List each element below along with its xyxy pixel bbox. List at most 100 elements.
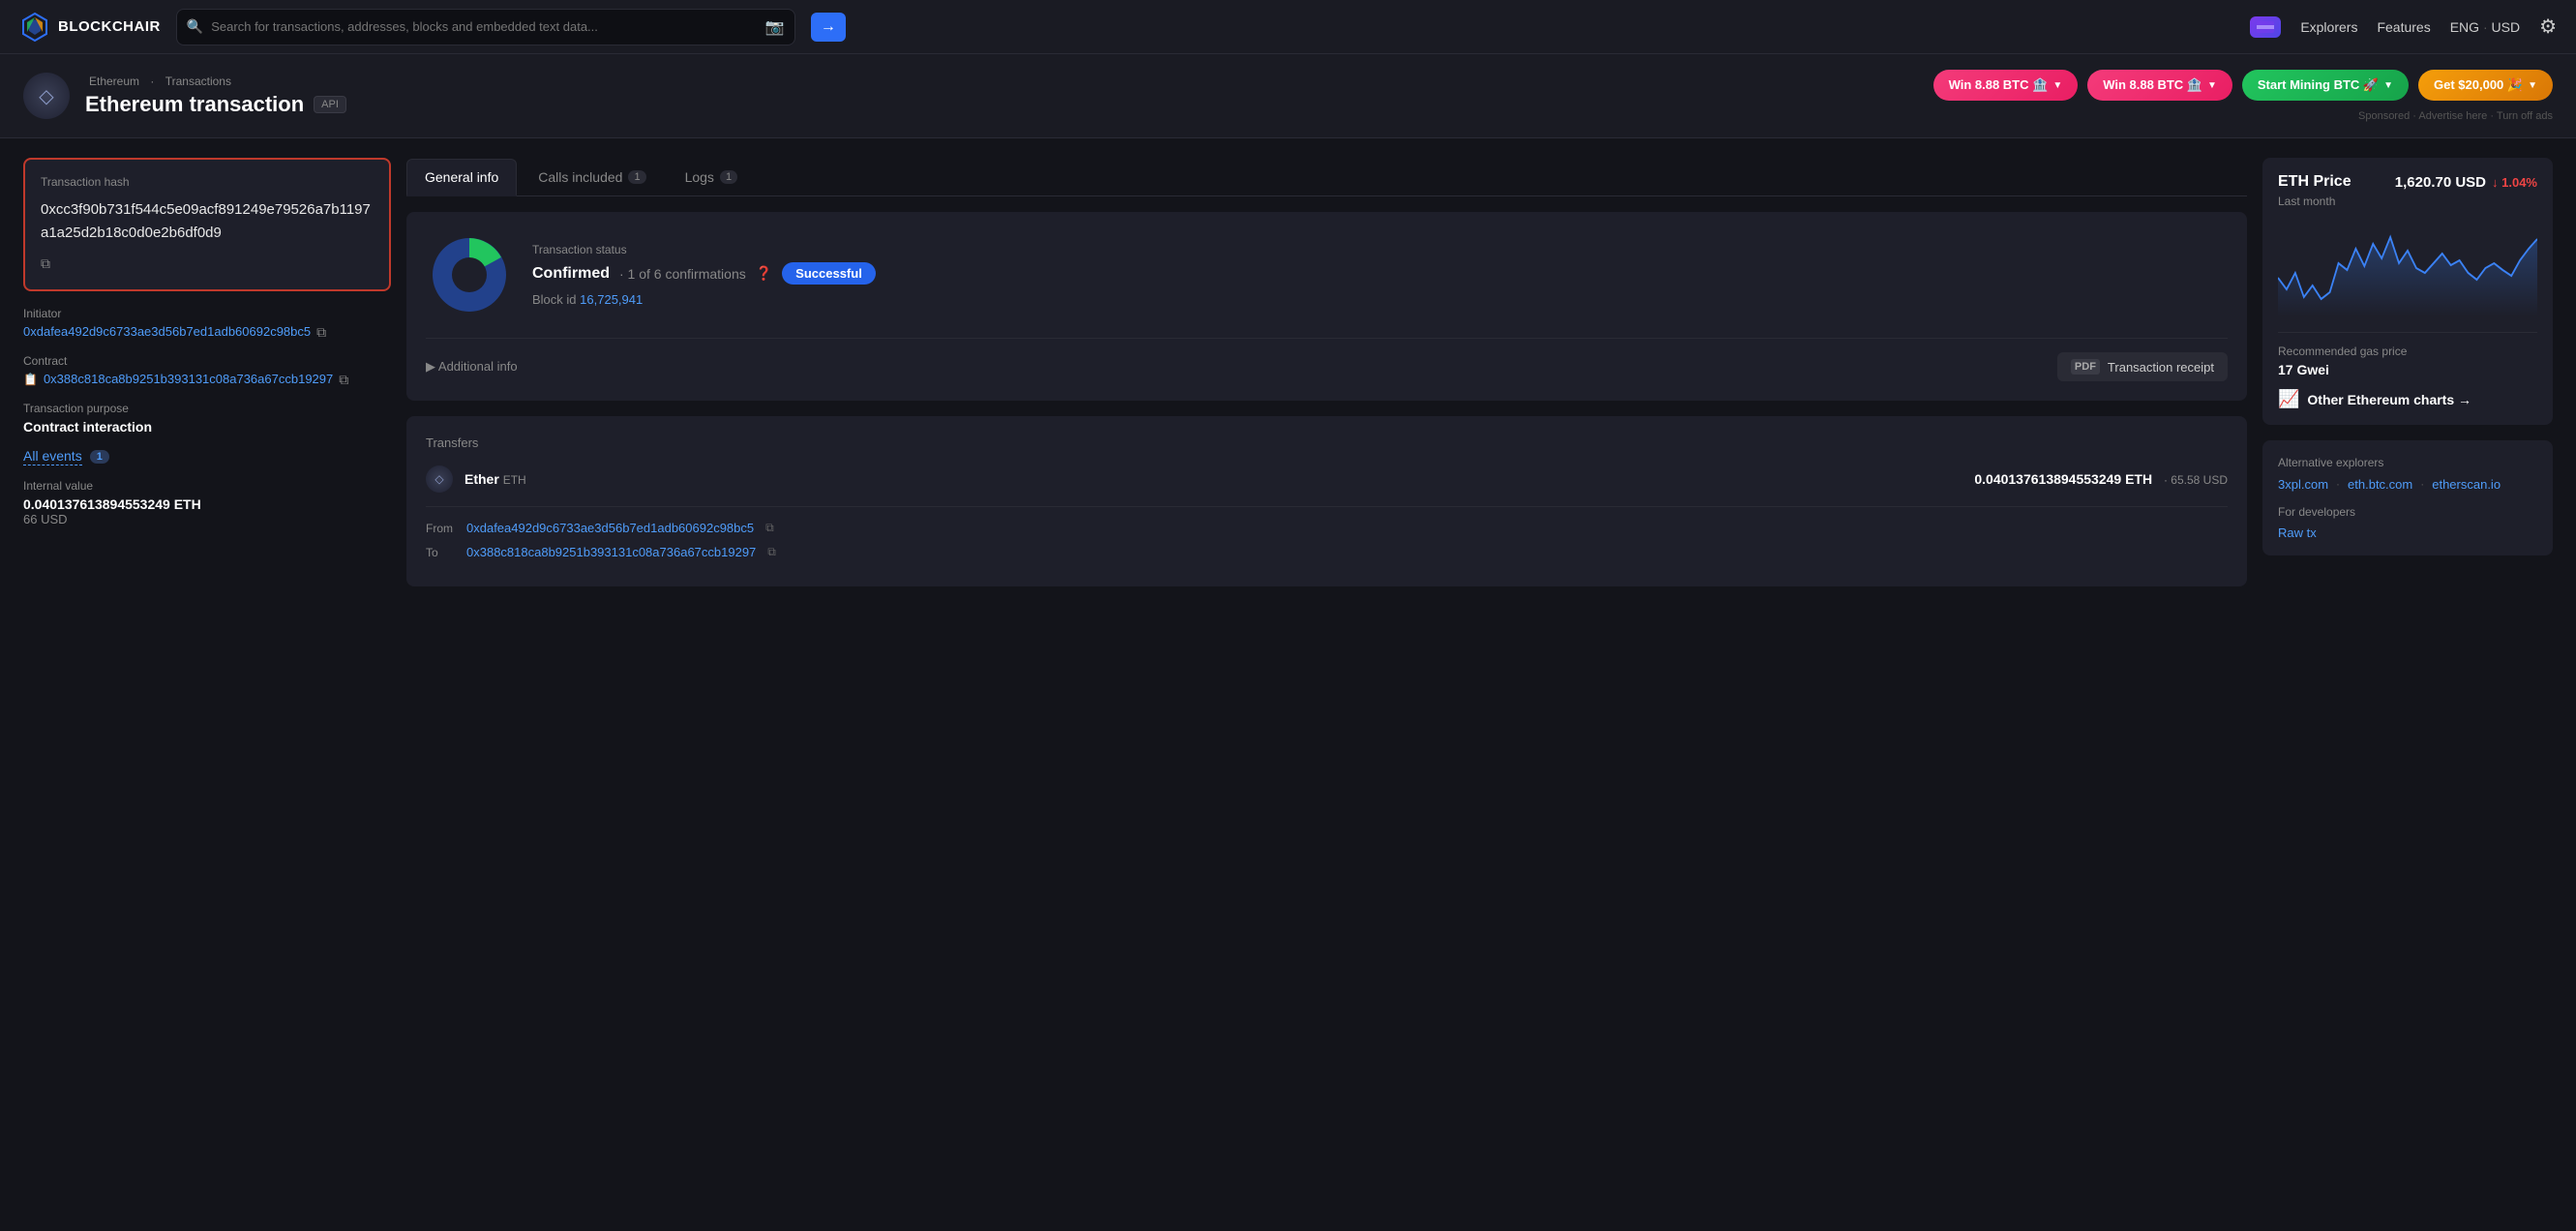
initiator-copy-icon[interactable]: ⧉ [316, 324, 326, 341]
to-copy-icon[interactable]: ⧉ [767, 545, 776, 559]
tx-confirmations: · 1 of 6 confirmations [619, 266, 746, 282]
search-go-button[interactable]: → [811, 13, 846, 42]
alt-link-ethbtc[interactable]: eth.btc.com [2348, 477, 2412, 492]
tx-hash-label: Transaction hash [41, 175, 374, 189]
initiator-address[interactable]: 0xdafea492d9c6733ae3d56b7ed1adb60692c98b… [23, 324, 311, 339]
page-header: ◇ Ethereum · Transactions Ethereum trans… [0, 54, 2576, 138]
page-title: Ethereum transaction API [85, 92, 346, 117]
for-dev-label: For developers [2278, 505, 2537, 519]
gas-label: Recommended gas price [2278, 345, 2537, 358]
transfer-amount: 0.0401376138945532​49 ETH · 65.58 USD [1974, 471, 2228, 487]
all-events-link[interactable]: All events [23, 448, 82, 465]
price-period: Last month [2278, 195, 2537, 208]
alt-explorers-label: Alternative explorers [2278, 456, 2537, 469]
all-events-row: All events 1 [23, 448, 391, 465]
chart-emoji-icon: 📈 [2278, 389, 2299, 409]
camera-button[interactable]: 📷 [765, 17, 785, 37]
purpose-value: Contract interaction [23, 419, 391, 435]
promo-get-money[interactable]: Get $20,000 🎉 ▼ [2418, 70, 2553, 101]
center-panel: General info Calls included 1 Logs 1 [406, 158, 2247, 586]
alt-explorer-links: 3xpl.com · eth.btc.com · etherscan.io [2278, 477, 2537, 492]
confirmations-help-icon[interactable]: ❓ [756, 265, 772, 282]
transfer-currency: Ether ETH [464, 471, 526, 487]
other-charts-link[interactable]: 📈 Other Ethereum charts → [2278, 389, 2537, 409]
settings-icon[interactable]: ⚙ [2539, 15, 2557, 39]
promo-win-btc-1[interactable]: Win 8.88 BTC 🏦 ▼ [1933, 70, 2079, 101]
sponsored-text: Sponsored · Advertise here · Turn off ad… [2358, 110, 2553, 122]
tx-status-row: Transaction status Confirmed · 1 of 6 co… [426, 231, 2228, 339]
initiator-label: Initiator [23, 307, 391, 320]
receipt-button[interactable]: PDF Transaction receipt [2057, 352, 2228, 381]
nav-lang-currency[interactable]: ENG · USD [2450, 19, 2520, 35]
transfers-card: Transfers ◇ Ether ETH 0.0401376138945532… [406, 416, 2247, 586]
contract-address[interactable]: 0x388c818ca8b9251b393131c08a736a67ccb192… [44, 372, 333, 386]
transfer-ether-row: ◇ Ether ETH 0.0401376138945532​49 ETH · … [426, 465, 2228, 507]
wallet-icon[interactable] [2250, 16, 2281, 38]
right-panel: ETH Price 1,620.70 USD ↓ 1.04% Last mont… [2262, 158, 2553, 586]
eth-logo-icon: ◇ [23, 73, 70, 119]
blockchair-logo-icon [19, 12, 50, 43]
from-label: From [426, 522, 455, 535]
nav-features[interactable]: Features [2377, 19, 2430, 35]
contract-row: Contract 📋 0x388c818ca8b9251b393131c08a7… [23, 354, 391, 388]
tab-calls-included[interactable]: Calls included 1 [521, 159, 663, 196]
promo-win-btc-2[interactable]: Win 8.88 BTC 🏦 ▼ [2087, 70, 2232, 101]
eth-price-title: ETH Price [2278, 173, 2351, 191]
gas-value: 17 Gwei [2278, 362, 2537, 377]
all-events-badge: 1 [90, 450, 109, 464]
internal-usd-value: 66 USD [23, 512, 391, 526]
tx-hash-card: Transaction hash 0xcc3f90b731f544c5e09ac… [23, 158, 391, 291]
breadcrumb: Ethereum · Transactions [85, 75, 346, 88]
contract-copy-icon[interactable]: ⧉ [339, 372, 348, 388]
ether-icon: ◇ [426, 465, 453, 493]
main-layout: Transaction hash 0xcc3f90b731f544c5e09ac… [0, 138, 2576, 606]
main-header: BLOCKCHAIR 🔍 📷 → Explorers Features ENG … [0, 0, 2576, 54]
advertise-link[interactable]: Advertise here [2418, 110, 2487, 122]
to-address[interactable]: 0x388c818ca8b9251b393131c08a736a67ccb192… [466, 545, 756, 559]
confirmation-pie-chart [426, 231, 513, 318]
promo-buttons: Win 8.88 BTC 🏦 ▼ Win 8.88 BTC 🏦 ▼ Start … [1933, 70, 2553, 101]
eth-price-change: ↓ 1.04% [2492, 175, 2537, 190]
nav-explorers[interactable]: Explorers [2300, 19, 2357, 35]
api-badge[interactable]: API [314, 96, 346, 113]
internal-value-amount: 0.0401376138945532​49 ETH [23, 496, 391, 512]
tab-general-info[interactable]: General info [406, 159, 517, 196]
raw-tx-link[interactable]: Raw tx [2278, 525, 2317, 540]
tx-hash-copy-icon[interactable]: ⧉ [41, 253, 50, 274]
internal-value-row: Internal value 0.0401376138945532​49 ETH… [23, 479, 391, 526]
search-input[interactable] [211, 19, 758, 34]
contract-icon: 📋 [23, 373, 38, 386]
additional-info-row: ▶ Additional info PDF Transaction receip… [426, 339, 2228, 381]
price-chart [2278, 220, 2537, 316]
alt-link-3xpl[interactable]: 3xpl.com [2278, 477, 2328, 492]
logo-text: BLOCKCHAIR [58, 18, 161, 35]
tab-logs[interactable]: Logs 1 [668, 159, 755, 196]
tx-confirmed-row: Confirmed · 1 of 6 confirmations ❓ Succe… [532, 262, 876, 285]
alt-link-etherscan[interactable]: etherscan.io [2432, 477, 2501, 492]
tx-status-label: Transaction status [532, 243, 876, 256]
turn-off-ads-link[interactable]: Turn off ads [2497, 110, 2553, 122]
alt-explorers-card: Alternative explorers 3xpl.com · eth.btc… [2262, 440, 2553, 555]
additional-info-toggle[interactable]: ▶ Additional info [426, 359, 518, 375]
from-copy-icon[interactable]: ⧉ [765, 521, 774, 535]
block-id-row: Block id 16,725,941 [532, 292, 876, 307]
header-right: Explorers Features ENG · USD ⚙ [2250, 15, 2557, 39]
eth-price-value: 1,620.70 USD [2395, 174, 2486, 191]
pdf-icon: PDF [2071, 359, 2100, 375]
page-title-area: Ethereum · Transactions Ethereum transac… [85, 75, 346, 117]
gas-row: Recommended gas price 17 Gwei [2278, 332, 2537, 377]
purpose-label: Transaction purpose [23, 402, 391, 415]
success-badge: Successful [782, 262, 876, 285]
tab-calls-badge: 1 [628, 170, 645, 184]
price-card: ETH Price 1,620.70 USD ↓ 1.04% Last mont… [2262, 158, 2553, 425]
tx-status-info: Transaction status Confirmed · 1 of 6 co… [532, 243, 876, 307]
price-header: ETH Price 1,620.70 USD ↓ 1.04% [2278, 173, 2537, 191]
status-card: Transaction status Confirmed · 1 of 6 co… [406, 212, 2247, 401]
to-row: To 0x388c818ca8b9251b393131c08a736a67ccb… [426, 545, 2228, 559]
block-id-link[interactable]: 16,725,941 [580, 292, 643, 307]
from-address[interactable]: 0xdafea492d9c6733ae3d56b7ed1adb60692c98b… [466, 521, 754, 535]
promo-mining[interactable]: Start Mining BTC 🚀 ▼ [2242, 70, 2409, 101]
internal-value-label: Internal value [23, 479, 391, 493]
tx-hash-value: 0xcc3f90b731f544c5e09acf891249e79526a7b1… [41, 198, 374, 274]
logo[interactable]: BLOCKCHAIR [19, 12, 161, 43]
